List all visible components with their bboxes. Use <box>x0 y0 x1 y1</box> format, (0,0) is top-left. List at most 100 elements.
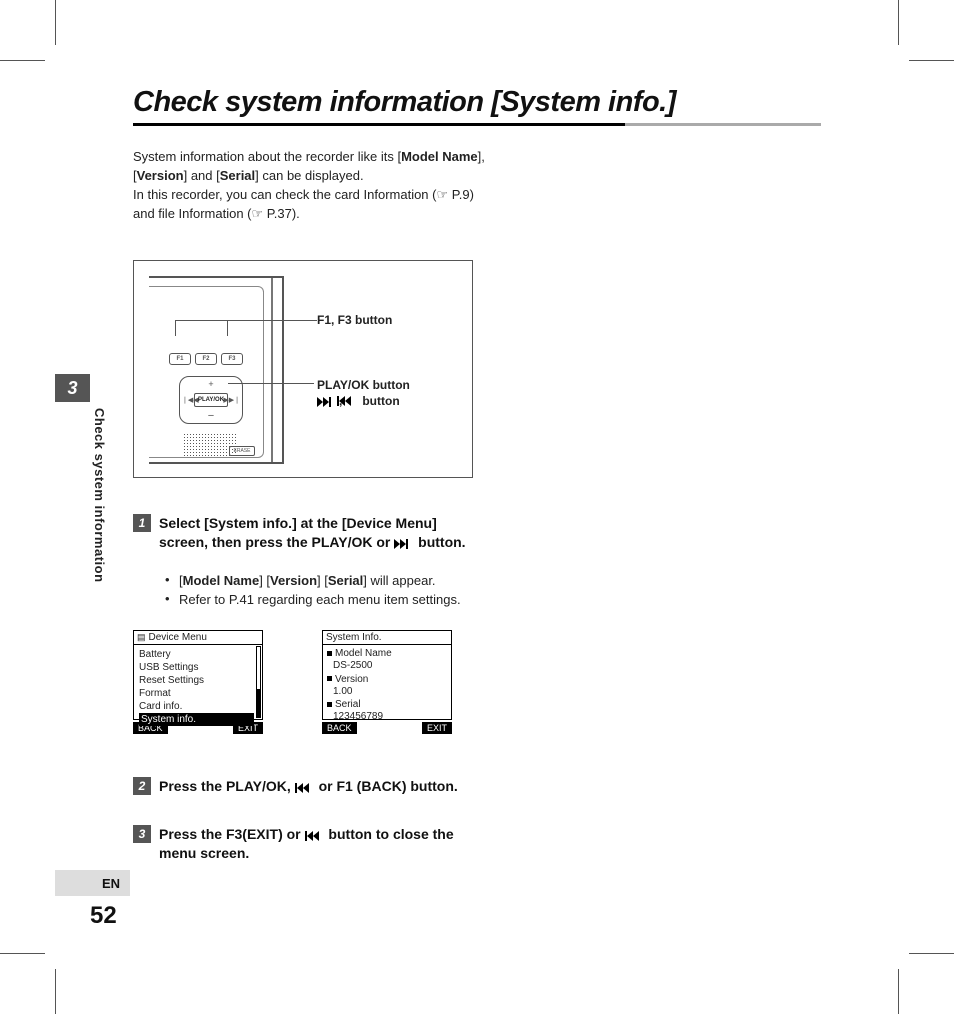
bullet-dot-icon: • <box>165 572 179 590</box>
menu-icon: ▤ <box>137 633 146 642</box>
leader-line <box>175 320 176 330</box>
text: Model Name <box>335 648 392 659</box>
menu-title: ▤ Device Menu <box>133 630 263 644</box>
leader-line <box>227 320 228 330</box>
callout-f1-f3: F1, F3 button <box>317 313 392 327</box>
menu-title-text: System Info. <box>326 632 382 643</box>
callout-play-ok: PLAY/OK button <box>317 378 410 392</box>
text: ] [ <box>259 573 270 588</box>
step-1-bullets: • [Model Name] [Version] [Serial] will a… <box>165 572 475 609</box>
text: or <box>372 534 394 550</box>
device-diagram: F1 F2 F3 + − ❘◀◀ ▶▶❘ PLAY/OK ERASE F1, F… <box>133 260 473 478</box>
crop-mark <box>55 969 56 1014</box>
softkey-exit: EXIT <box>422 722 452 734</box>
plus-icon: + <box>208 380 213 389</box>
text: Serial <box>328 573 363 588</box>
text: F1 <box>336 778 352 794</box>
text: Version <box>335 674 368 685</box>
bullet-item: • [Model Name] [Version] [Serial] will a… <box>165 572 475 590</box>
text: Version <box>270 573 317 588</box>
menu-title: System Info. <box>322 630 452 644</box>
text: , <box>287 778 295 794</box>
bullet-dot-icon: • <box>165 591 179 609</box>
field-label: Version <box>327 673 447 686</box>
text: System information about the recorder li… <box>133 149 401 164</box>
f2-button: F2 <box>195 353 217 365</box>
field-label: Serial <box>327 698 447 711</box>
fast-forward-icon <box>394 539 414 549</box>
step-text: Press the F3(EXIT) or button to close th… <box>159 825 473 863</box>
crop-mark <box>898 0 899 45</box>
text: EXIT <box>247 826 278 842</box>
page-title: Check system information [System info.] <box>133 86 676 119</box>
step-3: 3 Press the F3(EXIT) or button to close … <box>133 825 473 863</box>
menu-item: Format <box>139 687 262 700</box>
text: In this recorder, you can check the card… <box>133 187 474 221</box>
text: ] will appear. <box>363 573 435 588</box>
step-text: Press the PLAY/OK, or F1 (BACK) button. <box>159 777 473 796</box>
text: Select [ <box>159 515 209 531</box>
text: ] can be displayed. <box>255 168 363 183</box>
menu-item: USB Settings <box>139 661 262 674</box>
minus-icon: − <box>208 411 214 422</box>
text: Device Menu <box>347 515 433 531</box>
step-number: 1 <box>133 514 151 532</box>
text: ] at the [ <box>292 515 346 531</box>
function-buttons: F1 F2 F3 <box>169 353 243 365</box>
text: ] and [ <box>184 168 220 183</box>
scrollbar <box>256 646 261 718</box>
field-value: DS-2500 <box>327 660 447 673</box>
text: Serial <box>220 168 255 183</box>
text: PLAY/OK <box>312 534 373 550</box>
info-list: Model Name DS-2500 Version 1.00 Serial 1… <box>322 644 452 720</box>
f1-button: F1 <box>169 353 191 365</box>
rewind-icon <box>305 831 325 841</box>
field-value: 1.00 <box>327 686 447 699</box>
text: ) button. <box>402 778 458 794</box>
chapter-number: 3 <box>55 374 90 402</box>
menu-item: Card info. <box>139 700 262 713</box>
recorder-outline: F1 F2 F3 + − ❘◀◀ ▶▶❘ PLAY/OK ERASE <box>149 276 284 464</box>
menu-title-text: Device Menu <box>149 632 207 643</box>
crop-mark <box>909 60 954 61</box>
text: Serial <box>335 699 361 710</box>
step-number: 3 <box>133 825 151 843</box>
menu-item-selected: System info. <box>139 713 254 726</box>
menu-item: Reset Settings <box>139 674 262 687</box>
f3-button: F3 <box>221 353 243 365</box>
crop-mark <box>55 0 56 45</box>
step-1: 1 Select [System info.] at the [Device M… <box>133 514 473 552</box>
language-badge: EN <box>55 870 130 896</box>
square-bullet-icon <box>327 651 332 656</box>
rewind-icon <box>295 783 315 793</box>
crop-mark <box>0 953 45 954</box>
text: Press the <box>159 778 226 794</box>
menu-item: Battery <box>139 648 262 661</box>
text: Refer to P.41 regarding each menu item s… <box>179 591 475 609</box>
text: ] [ <box>317 573 328 588</box>
leader-line <box>175 330 176 336</box>
callout-ff-rw: , button <box>317 394 400 408</box>
erase-button: ERASE <box>229 446 255 456</box>
step-2: 2 Press the PLAY/OK, or F1 (BACK) button… <box>133 777 473 796</box>
text: PLAY/OK <box>226 778 287 794</box>
text: F3 <box>226 826 242 842</box>
system-info-screen: System Info. Model Name DS-2500 Version … <box>322 630 452 734</box>
text: [Model Name] [Version] [Serial] will app… <box>179 572 475 590</box>
rewind-icon <box>337 396 359 406</box>
step-text: Select [System info.] at the [Device Men… <box>159 514 473 552</box>
crop-mark <box>898 969 899 1014</box>
text: Press the <box>159 826 226 842</box>
text: System info. <box>209 515 292 531</box>
device-menu-screen: ▤ Device Menu Battery USB Settings Reset… <box>133 630 263 734</box>
text: or <box>319 778 337 794</box>
leader-line <box>227 330 228 336</box>
title-underline <box>133 123 821 126</box>
play-ok-button: PLAY/OK <box>194 393 228 407</box>
square-bullet-icon <box>327 702 332 707</box>
text: BACK <box>361 778 401 794</box>
fast-forward-icon <box>317 397 339 407</box>
text: ) or <box>278 826 304 842</box>
softkey-back: BACK <box>322 722 357 734</box>
crop-mark <box>909 953 954 954</box>
